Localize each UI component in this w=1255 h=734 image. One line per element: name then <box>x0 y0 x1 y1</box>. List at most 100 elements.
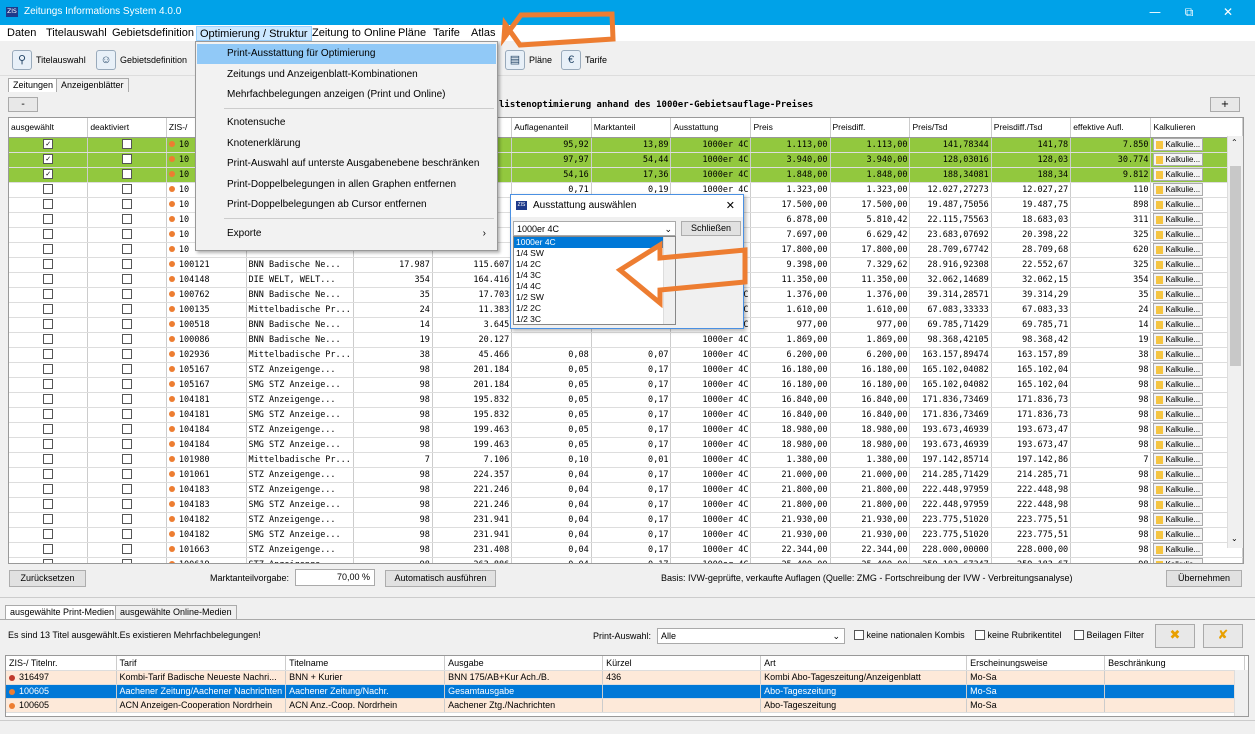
deaktiviert-checkbox[interactable] <box>87 452 167 468</box>
tab-online-medien[interactable]: ausgewählte Online-Medien <box>115 605 237 619</box>
ausgewaehlt-checkbox[interactable] <box>9 317 89 333</box>
table-row[interactable]: 104184 STZ Anzeigenge... 98 199.463 0,05 0,17… <box>9 422 1243 438</box>
kalkulieren-button[interactable]: Kalkulie... <box>1153 408 1204 421</box>
kalkulieren-button[interactable]: Kalkulie... <box>1153 378 1204 391</box>
deaktiviert-checkbox[interactable] <box>87 227 167 243</box>
minimize-icon[interactable]: — <box>1140 4 1170 20</box>
ausstattung-option[interactable]: 1/2 3C <box>514 314 675 325</box>
kalkulieren-button[interactable]: Kalkulie... <box>1153 468 1204 481</box>
deaktiviert-checkbox[interactable] <box>87 332 167 348</box>
ausgewaehlt-checkbox[interactable] <box>9 227 89 243</box>
zuruecksetzen-button[interactable]: Zurücksetzen <box>9 570 86 587</box>
deaktiviert-checkbox[interactable] <box>87 422 167 438</box>
table-row[interactable]: 101980 Mittelbadische Pr... 7 7.106 0,10 0,01… <box>9 452 1243 468</box>
menu-item-exporte[interactable]: Exporte › <box>197 224 496 244</box>
table-row[interactable]: 104184 SMG STZ Anzeige... 98 199.463 0,05 0,1… <box>9 437 1243 453</box>
col-deaktiviert[interactable]: deaktiviert <box>87 118 167 138</box>
close-icon[interactable]: ✕ <box>1213 4 1243 20</box>
kalkulieren-button[interactable]: Kalkulie... <box>1153 198 1204 211</box>
ausgewaehlt-checkbox[interactable] <box>9 182 89 198</box>
col-effektive-aufl[interactable]: effektive Aufl. <box>1070 118 1152 138</box>
ausgewaehlt-checkbox[interactable] <box>9 332 89 348</box>
nationale-kombis-checkbox[interactable]: keine nationalen Kombis <box>854 630 965 640</box>
table-row[interactable]: 102936 Mittelbadische Pr... 38 45.466 0,08 0,… <box>9 347 1243 363</box>
kalkulieren-button[interactable]: Kalkulie... <box>1153 513 1204 526</box>
table-row[interactable]: 101061 STZ Anzeigenge... 98 224.357 0,04 0,17… <box>9 467 1243 483</box>
ausgewaehlt-checkbox[interactable] <box>9 467 89 483</box>
ausstattung-select[interactable]: 1000er 4C ⌄ <box>513 221 676 236</box>
ausstattung-option[interactable]: 1/4 3C <box>514 270 675 281</box>
menu-daten[interactable]: Daten <box>4 26 39 41</box>
kalkulieren-button[interactable]: Kalkulie... <box>1153 543 1204 556</box>
tab-anzeigenblaetter[interactable]: Anzeigenblätter <box>56 78 129 92</box>
table-row[interactable]: 104182 STZ Anzeigenge... 98 231.941 0,04 0,17… <box>9 512 1243 528</box>
kalkulieren-button[interactable]: Kalkulie... <box>1153 153 1204 166</box>
kalkulieren-button[interactable]: Kalkulie... <box>1153 168 1204 181</box>
menu-item-kombinationen[interactable]: Zeitungs und Anzeigenblatt-Kombinationen <box>197 65 496 85</box>
deaktiviert-checkbox[interactable] <box>87 497 167 513</box>
deaktiviert-checkbox[interactable] <box>87 557 167 563</box>
deaktiviert-checkbox[interactable] <box>87 437 167 453</box>
deaktiviert-checkbox[interactable] <box>87 542 167 558</box>
ausgewaehlt-checkbox[interactable] <box>9 302 89 318</box>
kalkulieren-button[interactable]: Kalkulie... <box>1153 258 1204 271</box>
col-titelname[interactable]: Titelname <box>285 656 446 671</box>
tab-print-medien[interactable]: ausgewählte Print-Medien <box>5 605 120 619</box>
menu-item-knotensuche[interactable]: Knotensuche <box>197 113 496 133</box>
kalkulieren-button[interactable]: Kalkulie... <box>1153 393 1204 406</box>
ausgewaehlt-checkbox[interactable] <box>9 407 89 423</box>
deaktiviert-checkbox[interactable] <box>87 287 167 303</box>
dialog-close-icon[interactable]: ✕ <box>726 195 735 217</box>
ausstattung-option[interactable]: 1/4 SW <box>514 248 675 259</box>
menu-item-knotenerklaerung[interactable]: Knotenerklärung <box>197 134 496 154</box>
ausstattung-option[interactable]: 1/4 4C <box>514 281 675 292</box>
col-preis-tsd[interactable]: Preis/Tsd <box>909 118 992 138</box>
kalkulieren-button[interactable]: Kalkulie... <box>1153 138 1204 151</box>
ausgewaehlt-checkbox[interactable] <box>9 257 89 273</box>
table-row[interactable]: 104181 SMG STZ Anzeige... 98 195.832 0,05 0,1… <box>9 407 1243 423</box>
menu-plaene[interactable]: Pläne <box>395 26 429 41</box>
scroll-up-icon[interactable]: ⌃ <box>1231 138 1238 147</box>
expand-button[interactable]: + <box>1210 97 1240 112</box>
kalkulieren-button[interactable]: Kalkulie... <box>1153 333 1204 346</box>
table-row[interactable]: 105167 SMG STZ Anzeige... 98 201.184 0,05 0,1… <box>9 377 1243 393</box>
col-erscheinungsweise[interactable]: Erscheinungsweise <box>966 656 1106 671</box>
menu-item-doppel-cursor[interactable]: Print-Doppelbelegungen ab Cursor entfern… <box>197 195 496 215</box>
ausgewaehlt-checkbox[interactable] <box>9 362 89 378</box>
beilagen-filter-checkbox[interactable]: Beilagen Filter <box>1074 630 1144 640</box>
deaktiviert-checkbox[interactable] <box>87 482 167 498</box>
table-row[interactable]: 104181 STZ Anzeigenge... 98 195.832 0,05 0,17… <box>9 392 1243 408</box>
titelauswahl-button[interactable]: ⚲ Titelauswahl <box>12 47 86 73</box>
ausgewaehlt-checkbox[interactable] <box>9 197 89 213</box>
ausgewaehlt-checkbox[interactable] <box>9 422 89 438</box>
deaktiviert-checkbox[interactable] <box>87 152 167 168</box>
col-auflagenanteil[interactable]: Auflagenanteil <box>511 118 592 138</box>
ausgewaehlt-checkbox[interactable] <box>9 272 89 288</box>
grid-scrollbar[interactable]: ⌃ ⌄ <box>1227 136 1243 548</box>
table-row[interactable]: 100619STZ Anzeigenge...98263.8860,040,17… <box>9 557 1243 563</box>
ausgewaehlt-checkbox[interactable] <box>9 557 89 563</box>
table-row[interactable]: 100086 BNN Badische Ne... 19 20.127 1000er 4… <box>9 332 1243 348</box>
col-tarif[interactable]: Tarif <box>116 656 287 671</box>
ausgewaehlt-checkbox[interactable]: ✓ <box>9 137 89 153</box>
ausgewaehlt-checkbox[interactable] <box>9 437 89 453</box>
ausgewaehlt-checkbox[interactable]: ✓ <box>9 152 89 168</box>
deaktiviert-checkbox[interactable] <box>87 392 167 408</box>
deaktiviert-checkbox[interactable] <box>87 167 167 183</box>
kalkulieren-button[interactable]: Kalkulie... <box>1153 318 1204 331</box>
kalkulieren-button[interactable]: Kalkulie... <box>1153 528 1204 541</box>
ausgewaehlt-checkbox[interactable] <box>9 212 89 228</box>
ausgewaehlt-checkbox[interactable] <box>9 452 89 468</box>
remove-button[interactable]: ✖ <box>1155 624 1195 648</box>
menu-zeitung-online[interactable]: Zeitung to Online <box>309 26 399 41</box>
col-preisdiff-tsd[interactable]: Preisdiff./Tsd <box>991 118 1072 138</box>
ausgewaehlt-checkbox[interactable] <box>9 542 89 558</box>
col-ausgabe[interactable]: Ausgabe <box>444 656 604 671</box>
kalkulieren-button[interactable]: Kalkulie... <box>1153 303 1204 316</box>
kalkulieren-button[interactable]: Kalkulie... <box>1153 228 1204 241</box>
col-preis[interactable]: Preis <box>750 118 831 138</box>
deaktiviert-checkbox[interactable] <box>87 347 167 363</box>
collapse-button[interactable]: - <box>8 97 38 112</box>
kalkulieren-button[interactable]: Kalkulie... <box>1153 243 1204 256</box>
listbox-scrollbar[interactable] <box>663 237 675 324</box>
